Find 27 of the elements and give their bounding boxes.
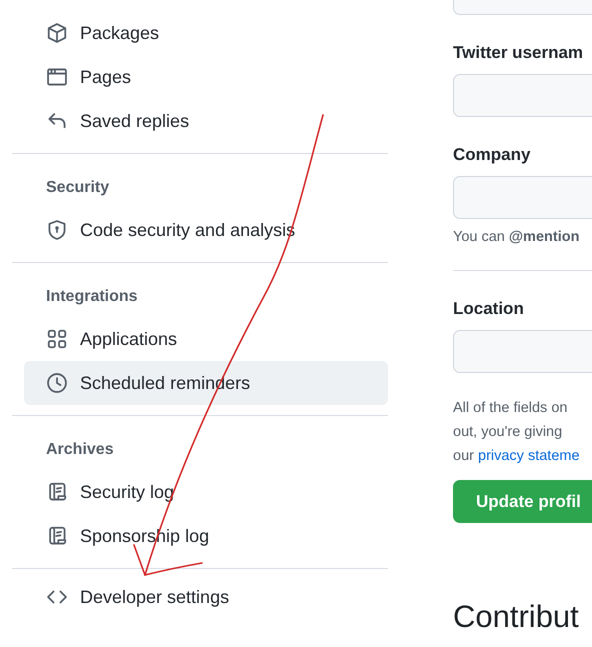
- package-icon: [46, 22, 68, 44]
- notice-text: All of the fields on: [453, 399, 568, 418]
- browser-window-icon: [46, 66, 68, 88]
- notice-text: out, you're giving: [453, 423, 564, 442]
- notice-text: our: [453, 448, 474, 464]
- scroll-icon: [46, 525, 68, 547]
- sidebar-item[interactable]: Pages: [24, 55, 388, 99]
- field-hint: You can @mention: [453, 229, 580, 245]
- sidebar-item[interactable]: Saved replies: [24, 99, 388, 143]
- privacy-link[interactable]: privacy stateme: [478, 448, 580, 464]
- sidebar-item[interactable]: Applications: [24, 317, 388, 361]
- section-heading: Integrations: [46, 287, 139, 307]
- input-field[interactable]: [453, 176, 592, 219]
- sidebar-item[interactable]: Packages: [24, 11, 388, 55]
- section-heading: Archives: [46, 440, 115, 460]
- input-field[interactable]: [453, 330, 592, 373]
- shield-icon: [46, 219, 68, 241]
- scroll-icon: [46, 481, 68, 503]
- section-title: Contribut: [453, 599, 580, 635]
- field-label: Twitter usernam: [453, 42, 584, 64]
- input-field[interactable]: [453, 74, 592, 117]
- sidebar-item[interactable]: Developer settings: [24, 575, 388, 619]
- section-heading: Security: [46, 178, 110, 198]
- field-label: Company: [453, 144, 532, 166]
- clock-icon: [46, 372, 68, 394]
- apps-grid-icon: [46, 328, 68, 350]
- field-label: Location: [453, 298, 525, 320]
